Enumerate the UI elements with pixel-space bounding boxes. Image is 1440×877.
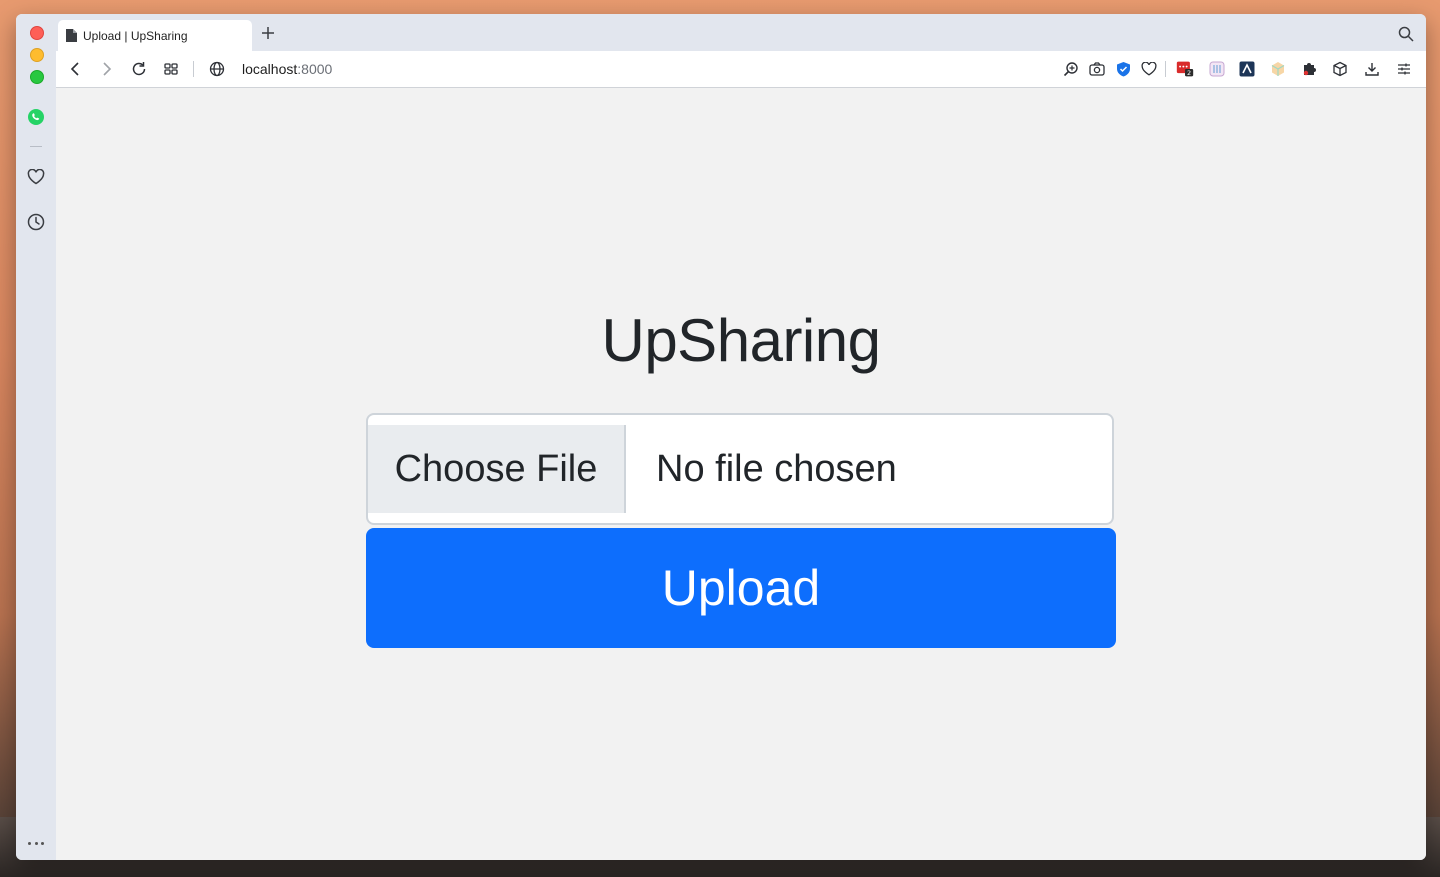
back-chevron-icon[interactable] [66, 60, 84, 78]
document-icon [66, 29, 77, 42]
settings-sliders-icon[interactable] [1395, 60, 1413, 78]
grid-extension-icon[interactable] [1208, 60, 1226, 78]
browser-sidebar [16, 14, 57, 860]
minimize-window-button[interactable] [30, 48, 44, 62]
forward-chevron-icon[interactable] [98, 60, 116, 78]
new-tab-plus-icon[interactable] [260, 25, 276, 41]
whatsapp-icon[interactable] [26, 107, 46, 127]
more-options-icon[interactable] [28, 840, 44, 846]
browser-window: Upload | UpSharing localhost:8000 2 UpSh… [16, 14, 1426, 860]
history-clock-icon[interactable] [26, 212, 46, 232]
search-tabs-icon[interactable] [1398, 26, 1414, 42]
address-bar: localhost:8000 2 [56, 51, 1426, 88]
navy-extension-icon[interactable] [1238, 60, 1256, 78]
extensions-divider [1165, 61, 1166, 77]
tab-bar: Upload | UpSharing [56, 14, 1426, 51]
url-field[interactable]: localhost:8000 [242, 61, 332, 77]
file-input[interactable]: Choose File No file chosen [366, 413, 1114, 525]
tab-title: Upload | UpSharing [83, 28, 188, 43]
shield-check-icon[interactable] [1114, 60, 1132, 78]
address-divider [193, 61, 194, 77]
cube-color-extension-icon[interactable] [1269, 60, 1287, 78]
url-host: localhost [242, 61, 298, 77]
page-content: UpSharing Choose File No file chosen Upl… [56, 88, 1426, 860]
file-status-text: No file chosen [656, 447, 897, 490]
extension-badge-count: 2 [1187, 69, 1191, 77]
puzzle-extension-icon[interactable] [1300, 60, 1318, 78]
tab-grid-icon[interactable] [162, 60, 180, 78]
page-title: UpSharing [601, 307, 881, 374]
maximize-window-button[interactable] [30, 70, 44, 84]
box-icon[interactable] [1331, 60, 1349, 78]
red-extension-icon[interactable]: 2 [1176, 60, 1194, 78]
upload-button[interactable]: Upload [366, 528, 1116, 648]
close-window-button[interactable] [30, 26, 44, 40]
camera-icon[interactable] [1088, 60, 1106, 78]
url-port: :8000 [297, 61, 333, 77]
heart-icon[interactable] [26, 167, 46, 187]
heart-outline-icon[interactable] [1140, 60, 1158, 78]
reload-icon[interactable] [130, 60, 148, 78]
globe-icon[interactable] [208, 60, 226, 78]
download-icon[interactable] [1363, 60, 1381, 78]
tab-upload[interactable]: Upload | UpSharing [58, 20, 252, 51]
zoom-icon[interactable] [1062, 60, 1080, 78]
choose-file-button[interactable]: Choose File [368, 425, 626, 513]
sidebar-divider [30, 146, 42, 147]
